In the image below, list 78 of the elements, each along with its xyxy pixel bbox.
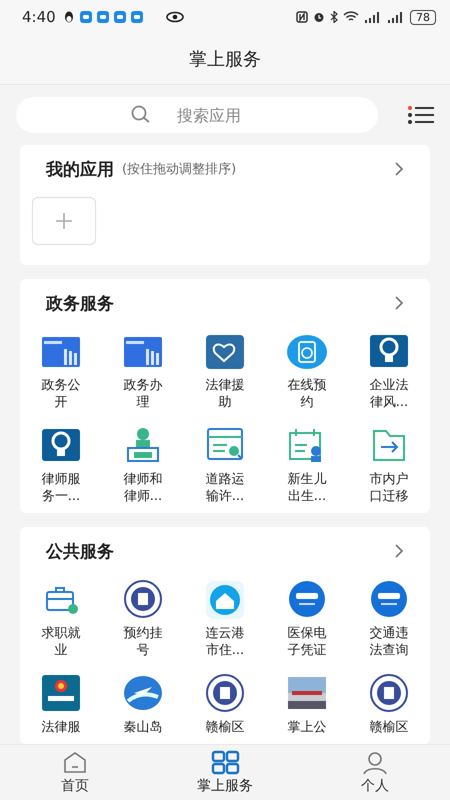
nav-tab[interactable]: 个人 [300,745,450,800]
wifi-icon [343,11,359,23]
app-label: 道路运输许... [204,471,246,505]
page-title: 掌上服务 [189,48,261,71]
app-label: 在线预约 [286,377,328,411]
app-shortcut[interactable]: 医保电子凭证 [266,579,348,659]
app-label: 连云港市住... [204,625,246,659]
grid-icon [210,750,240,775]
app-label: 交通违法查询 [368,625,410,659]
app-label: 法律援助 [204,377,246,411]
house-icon [204,579,246,619]
app-label: 赣榆区 [368,719,410,736]
bluetooth-icon [330,11,338,23]
app-shortcut[interactable]: 连云港市住... [184,579,266,659]
section-title: 我的应用 [46,158,114,180]
app-shortcut[interactable]: 求职就业 [20,579,102,659]
alarm-icon [313,11,325,23]
nfc-icon [296,11,308,23]
app-shortcut[interactable]: 赣榆区 [184,673,266,736]
hint-text: (按住拖动调整排序) [122,161,236,178]
app-label: 法律服 [40,719,82,736]
app-shortcut[interactable]: 企业法律风... [348,331,430,411]
app-label: 政务公开 [40,377,82,411]
app-label: 求职就业 [40,625,82,659]
chevron-right-icon[interactable] [394,543,404,559]
app-label: 赣榆区 [204,719,246,736]
app-shortcut[interactable]: 法律服 [20,673,102,736]
chevron-right-icon[interactable] [394,295,404,311]
signal-icon [364,11,382,23]
app-shortcut[interactable]: 法律援助 [184,331,266,411]
app-shortcut[interactable]: 预约挂号 [102,579,184,659]
app-shortcut[interactable]: 市内户口迁移 [348,425,430,505]
menu-icon[interactable] [408,106,434,124]
battery-level: 78 [410,10,436,24]
app-shortcut[interactable]: 交通违法查询 [348,579,430,659]
section-title: 政务服务 [46,292,114,314]
app-notification-icon [80,11,92,23]
app-shortcut[interactable]: 道路运输许... [184,425,266,505]
app-label: 掌上公 [286,719,328,736]
app-label: 医保电子凭证 [286,625,328,659]
app-notification-icon [114,11,126,23]
app-label: 预约挂号 [122,625,164,659]
app-notification-icon [130,11,143,23]
round-emblem-icon [204,673,246,713]
nav-tab[interactable]: 首页 [0,745,150,800]
app-shortcut[interactable]: 秦山岛 [102,673,184,736]
plus-icon [56,213,72,229]
round-logo-icon [286,579,328,619]
app-label: 律师服务一... [40,471,82,505]
search-field[interactable]: 搜索应用 [16,97,378,133]
section-title: 公共服务 [46,540,114,562]
chevron-right-icon[interactable] [394,161,404,177]
app-shortcut[interactable]: 政务公开 [20,331,102,411]
clock-time: 4:40 [22,8,56,26]
app-label: 市内户口迁移 [368,471,410,505]
round-logo-icon [368,579,410,619]
round-emblem-icon [368,673,410,713]
app-label: 政务办理 [122,377,164,411]
app-shortcut[interactable]: 新生儿出生... [266,425,348,505]
signal-icon [387,11,405,23]
app-shortcut[interactable]: 掌上公 [266,673,348,736]
search-icon [131,105,151,125]
eye-icon [166,11,184,23]
app-label: 企业法律风... [368,377,410,411]
user-icon [360,750,390,775]
app-label: 秦山岛 [122,719,164,736]
bird-logo-icon [122,673,164,713]
app-label: 律师和律师... [122,471,164,505]
app-notification-icon [96,11,109,23]
app-shortcut[interactable]: 律师和律师... [102,425,184,505]
nav-tab[interactable]: 掌上服务 [150,745,300,800]
app-shortcut[interactable]: 政务办理 [102,331,184,411]
round-emblem-icon [122,579,164,619]
app-label: 新生儿出生... [286,471,328,505]
app-shortcut[interactable]: 在线预约 [266,331,348,411]
app-shortcut[interactable]: 律师服务一... [20,425,102,505]
emblem-badge-icon [40,673,82,713]
app-shortcut[interactable]: 赣榆区 [348,673,430,736]
